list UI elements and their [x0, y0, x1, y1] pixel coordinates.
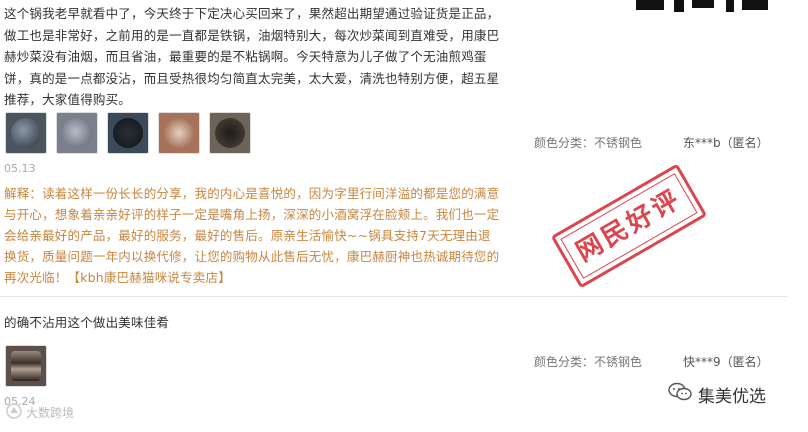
reviewer-name: 东***b（匿名）	[683, 136, 769, 150]
qr-code-fragment	[630, 0, 780, 12]
wechat-icon	[668, 382, 692, 407]
review-photo[interactable]	[209, 112, 251, 154]
seller-reply: 解释：读着这样一份长长的分享，我的内心是喜悦的，因为字里行间洋溢的都是您的满意与…	[4, 186, 500, 285]
review-photos	[5, 112, 251, 154]
brand-logo-icon	[6, 403, 22, 422]
review-date: 05.13	[4, 162, 36, 175]
reviewer-name: 快***9（匿名）	[683, 355, 769, 369]
review-photo[interactable]	[158, 112, 200, 154]
review-text: 的确不沾用这个做出美味佳肴	[4, 315, 170, 330]
review-photos	[5, 345, 47, 387]
sku-info: 颜色分类：不锈钢色	[534, 136, 643, 150]
watermark-wechat: 集美优选	[668, 382, 766, 407]
divider	[0, 296, 788, 297]
review-photo[interactable]	[56, 112, 98, 154]
watermark-brand: 大数跨境	[6, 403, 74, 422]
watermark-text: 大数跨境	[26, 406, 75, 420]
review-text: 这个锅我老早就看中了，今天终于下定决心买回来了，果然超出期望通过验证货是正品，做…	[4, 6, 500, 107]
review-photo[interactable]	[5, 112, 47, 154]
review-photo[interactable]	[5, 345, 47, 387]
watermark-text: 集美优选	[698, 387, 766, 407]
review-photo[interactable]	[107, 112, 149, 154]
sku-info: 颜色分类：不锈钢色	[534, 355, 643, 369]
good-review-stamp: 网民好评	[550, 163, 708, 289]
